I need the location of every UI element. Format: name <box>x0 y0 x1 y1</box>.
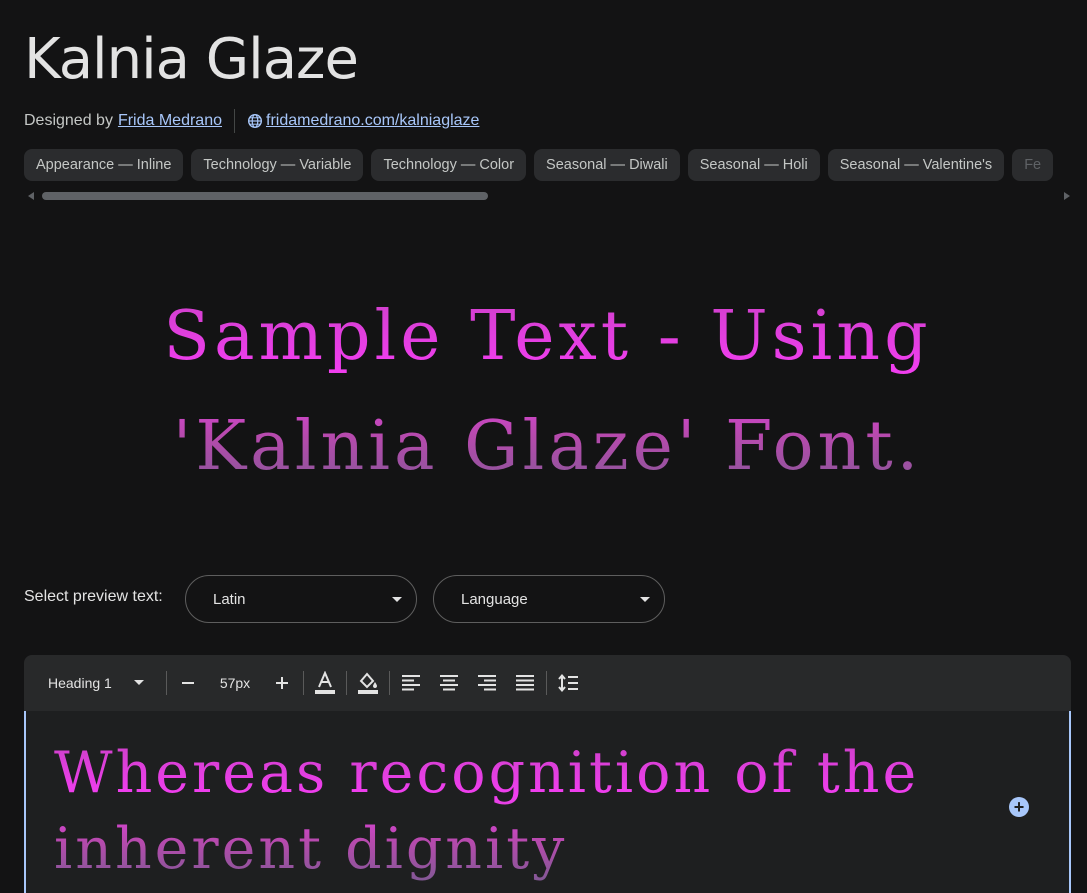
tag-list: Appearance — Inline Technology — Variabl… <box>24 149 1087 181</box>
page-title: Kalnia Glaze <box>24 27 359 92</box>
align-left-button[interactable] <box>392 663 430 703</box>
scroll-right-arrow-icon[interactable] <box>1064 192 1070 200</box>
toolbar-divider <box>389 671 390 695</box>
text-color-icon <box>315 671 335 694</box>
align-right-icon <box>478 675 496 691</box>
tag-chip[interactable]: Seasonal — Holi <box>687 149 820 181</box>
plus-icon <box>276 677 288 689</box>
decrease-size-button[interactable] <box>169 663 207 703</box>
align-right-button[interactable] <box>468 663 506 703</box>
align-justify-icon <box>516 675 534 691</box>
preview-text-label: Select preview text: <box>24 588 163 605</box>
line-height-button[interactable] <box>549 663 587 703</box>
chevron-down-icon <box>392 597 402 602</box>
toolbar-divider <box>166 671 167 695</box>
tag-chip[interactable]: Appearance — Inline <box>24 149 184 181</box>
editor-toolbar: Heading 1 57px <box>24 655 1071 711</box>
globe-icon <box>247 113 263 129</box>
align-justify-button[interactable] <box>506 663 544 703</box>
script-select-value: Latin <box>213 590 246 608</box>
editor-text[interactable]: Whereas recognition of the inherent dign… <box>54 735 954 887</box>
align-left-icon <box>402 675 420 691</box>
tag-chip[interactable]: Seasonal — Valentine's <box>827 149 1005 181</box>
language-select[interactable]: Language <box>433 575 665 623</box>
fill-color-button[interactable] <box>349 663 387 703</box>
align-center-icon <box>440 675 458 691</box>
tag-chip[interactable]: Technology — Color <box>371 149 527 181</box>
script-select[interactable]: Latin <box>185 575 417 623</box>
tags-scrollbar[interactable] <box>24 190 1074 202</box>
sample-text-preview: Sample Text - Using 'Kalnia Glaze' Font. <box>80 282 1015 502</box>
font-specimen-page: Kalnia Glaze Designed by Frida Medrano f… <box>0 0 1087 893</box>
chevron-down-icon <box>640 597 650 602</box>
increase-size-button[interactable] <box>263 663 301 703</box>
fill-color-icon <box>358 672 378 694</box>
align-center-button[interactable] <box>430 663 468 703</box>
text-style-value: Heading 1 <box>48 675 112 691</box>
scrollbar-thumb[interactable] <box>42 192 488 200</box>
scroll-left-arrow-icon[interactable] <box>28 192 34 200</box>
chevron-down-icon <box>134 680 144 685</box>
toolbar-divider <box>303 671 304 695</box>
text-color-button[interactable] <box>306 663 344 703</box>
byline-divider <box>234 109 235 133</box>
tag-chip[interactable]: Technology — Variable <box>191 149 364 181</box>
tag-chip[interactable]: Fe <box>1012 149 1054 181</box>
language-select-placeholder: Language <box>461 590 528 608</box>
font-size-value[interactable]: 57px <box>207 675 263 691</box>
website-link[interactable]: fridamedrano.com/kalniaglaze <box>266 112 479 130</box>
toolbar-divider <box>546 671 547 695</box>
designed-by-label: Designed by <box>24 112 113 129</box>
add-icon[interactable]: + <box>1009 797 1029 817</box>
designer-link[interactable]: Frida Medrano <box>118 112 222 130</box>
toolbar-divider <box>346 671 347 695</box>
byline: Designed by Frida Medrano fridamedrano.c… <box>24 108 479 134</box>
text-style-select[interactable]: Heading 1 <box>24 655 164 711</box>
tag-chip[interactable]: Seasonal — Diwali <box>534 149 680 181</box>
line-height-icon <box>558 673 578 693</box>
preview-editor[interactable]: Whereas recognition of the inherent dign… <box>24 711 1071 893</box>
minus-icon <box>182 682 194 684</box>
